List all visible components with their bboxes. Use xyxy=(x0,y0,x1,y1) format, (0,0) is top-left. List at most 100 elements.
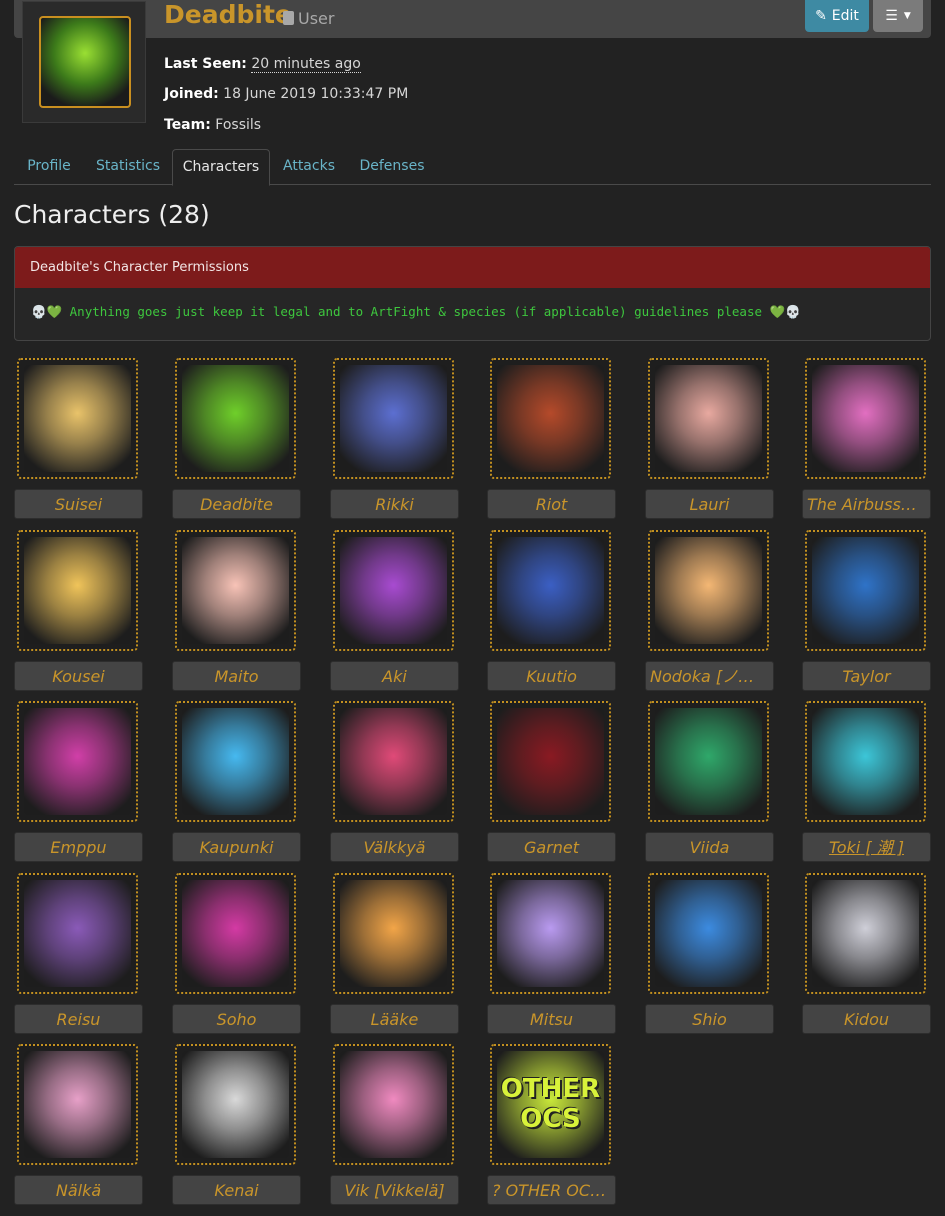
character-thumbnail[interactable] xyxy=(490,358,611,479)
character-card[interactable]: Suisei xyxy=(14,358,143,530)
character-thumbnail[interactable] xyxy=(175,873,296,994)
character-thumbnail[interactable] xyxy=(333,701,454,822)
character-card[interactable]: Kousei xyxy=(14,530,143,702)
character-name-button[interactable]: Reisu xyxy=(14,1004,143,1034)
character-card[interactable]: Taylor xyxy=(802,530,931,702)
character-name-button[interactable]: Kousei xyxy=(14,661,143,691)
character-card[interactable]: Mitsu xyxy=(487,873,616,1045)
permissions-text: 💀💚 Anything goes just keep it legal and … xyxy=(31,304,801,319)
tab-characters[interactable]: Characters xyxy=(172,149,270,186)
character-thumbnail[interactable] xyxy=(648,530,769,651)
character-name-button[interactable]: Garnet xyxy=(487,832,616,862)
permissions-title: Deadbite's Character Permissions xyxy=(15,247,930,288)
character-card[interactable]: Shio xyxy=(645,873,774,1045)
character-card[interactable]: Kuutio xyxy=(487,530,616,702)
character-thumbnail[interactable] xyxy=(17,358,138,479)
character-thumbnail[interactable] xyxy=(490,873,611,994)
character-card[interactable]: Reisu xyxy=(14,873,143,1045)
character-thumbnail[interactable] xyxy=(17,530,138,651)
character-thumbnail[interactable] xyxy=(17,873,138,994)
character-thumbnail[interactable] xyxy=(805,873,926,994)
character-thumbnail[interactable] xyxy=(17,1044,138,1165)
character-name-button[interactable]: Lääke xyxy=(330,1004,459,1034)
character-card[interactable]: Garnet xyxy=(487,701,616,873)
character-thumbnail[interactable] xyxy=(805,701,926,822)
character-name-button[interactable]: Maito xyxy=(172,661,301,691)
character-card[interactable]: Lääke xyxy=(330,873,459,1045)
tab-defenses[interactable]: Defenses xyxy=(355,149,429,183)
character-card[interactable]: Viida xyxy=(645,701,774,873)
edit-button[interactable]: ✎ Edit xyxy=(805,0,869,32)
avatar[interactable] xyxy=(22,1,146,123)
character-card[interactable]: Nodoka [ノド... xyxy=(645,530,774,702)
character-card[interactable]: The Airbussy ... xyxy=(802,358,931,530)
character-card[interactable]: OTHER OCS ? OTHER OCs... xyxy=(487,1044,616,1216)
character-thumbnail[interactable] xyxy=(805,530,926,651)
clipboard-icon xyxy=(283,11,294,25)
character-card[interactable]: Kidou xyxy=(802,873,931,1045)
character-name-button[interactable]: Kenai xyxy=(172,1175,301,1205)
character-thumbnail[interactable] xyxy=(17,701,138,822)
character-thumbnail[interactable] xyxy=(175,358,296,479)
character-name-button[interactable]: Vik [Vikkelä] xyxy=(330,1175,459,1205)
character-thumbnail[interactable] xyxy=(333,358,454,479)
character-name-button[interactable]: Taylor xyxy=(802,661,931,691)
character-image xyxy=(340,1051,447,1158)
character-thumbnail[interactable] xyxy=(175,701,296,822)
character-name-button[interactable]: Kaupunki xyxy=(172,832,301,862)
character-thumbnail[interactable] xyxy=(648,701,769,822)
character-name-button[interactable]: Suisei xyxy=(14,489,143,519)
character-name-button[interactable]: Mitsu xyxy=(487,1004,616,1034)
character-name-button[interactable]: ? OTHER OCs... xyxy=(487,1175,616,1205)
character-thumbnail[interactable] xyxy=(805,358,926,479)
character-card[interactable]: Maito xyxy=(172,530,301,702)
character-thumbnail[interactable] xyxy=(175,530,296,651)
character-thumbnail[interactable] xyxy=(648,358,769,479)
character-name-button[interactable]: Emppu xyxy=(14,832,143,862)
character-card[interactable]: Aki xyxy=(330,530,459,702)
character-thumbnail[interactable] xyxy=(490,701,611,822)
character-card[interactable]: Vik [Vikkelä] xyxy=(330,1044,459,1216)
tab-profile[interactable]: Profile xyxy=(14,149,84,183)
character-name-button[interactable]: Soho xyxy=(172,1004,301,1034)
character-name-button[interactable]: The Airbussy ... xyxy=(802,489,931,519)
character-name-button[interactable]: Rikki xyxy=(330,489,459,519)
character-card[interactable]: Toki [ 潮 ] xyxy=(802,701,931,873)
character-name-button[interactable]: Välkkyä xyxy=(330,832,459,862)
character-thumbnail[interactable]: OTHER OCS xyxy=(490,1044,611,1165)
character-name-button[interactable]: Kidou xyxy=(802,1004,931,1034)
tab-attacks[interactable]: Attacks xyxy=(278,149,340,183)
character-name-button[interactable]: Nodoka [ノド... xyxy=(645,661,774,691)
character-name-button[interactable]: Kuutio xyxy=(487,661,616,691)
character-name-button[interactable]: Riot xyxy=(487,489,616,519)
character-name-button[interactable]: Deadbite xyxy=(172,489,301,519)
character-card[interactable]: Lauri xyxy=(645,358,774,530)
character-card[interactable]: Riot xyxy=(487,358,616,530)
character-image xyxy=(655,537,762,644)
character-name-button[interactable]: Nälkä xyxy=(14,1175,143,1205)
character-image xyxy=(24,365,131,472)
character-name-button[interactable]: Toki [ 潮 ] xyxy=(802,832,931,862)
character-card[interactable]: Rikki xyxy=(330,358,459,530)
character-card[interactable]: Kaupunki xyxy=(172,701,301,873)
username: Deadbite xyxy=(164,0,292,29)
character-name-button[interactable]: Viida xyxy=(645,832,774,862)
character-thumbnail[interactable] xyxy=(175,1044,296,1165)
character-card[interactable]: Välkkyä xyxy=(330,701,459,873)
character-image xyxy=(812,708,919,815)
character-card[interactable]: Kenai xyxy=(172,1044,301,1216)
character-thumbnail[interactable] xyxy=(490,530,611,651)
character-card[interactable]: Soho xyxy=(172,873,301,1045)
menu-dropdown-button[interactable]: ☰ ▼ xyxy=(873,0,923,32)
character-thumbnail[interactable] xyxy=(648,873,769,994)
character-name-button[interactable]: Lauri xyxy=(645,489,774,519)
tab-statistics[interactable]: Statistics xyxy=(92,149,164,183)
character-name-button[interactable]: Shio xyxy=(645,1004,774,1034)
character-name-button[interactable]: Aki xyxy=(330,661,459,691)
character-thumbnail[interactable] xyxy=(333,873,454,994)
character-card[interactable]: Deadbite xyxy=(172,358,301,530)
character-thumbnail[interactable] xyxy=(333,530,454,651)
character-card[interactable]: Emppu xyxy=(14,701,143,873)
character-card[interactable]: Nälkä xyxy=(14,1044,143,1216)
character-thumbnail[interactable] xyxy=(333,1044,454,1165)
